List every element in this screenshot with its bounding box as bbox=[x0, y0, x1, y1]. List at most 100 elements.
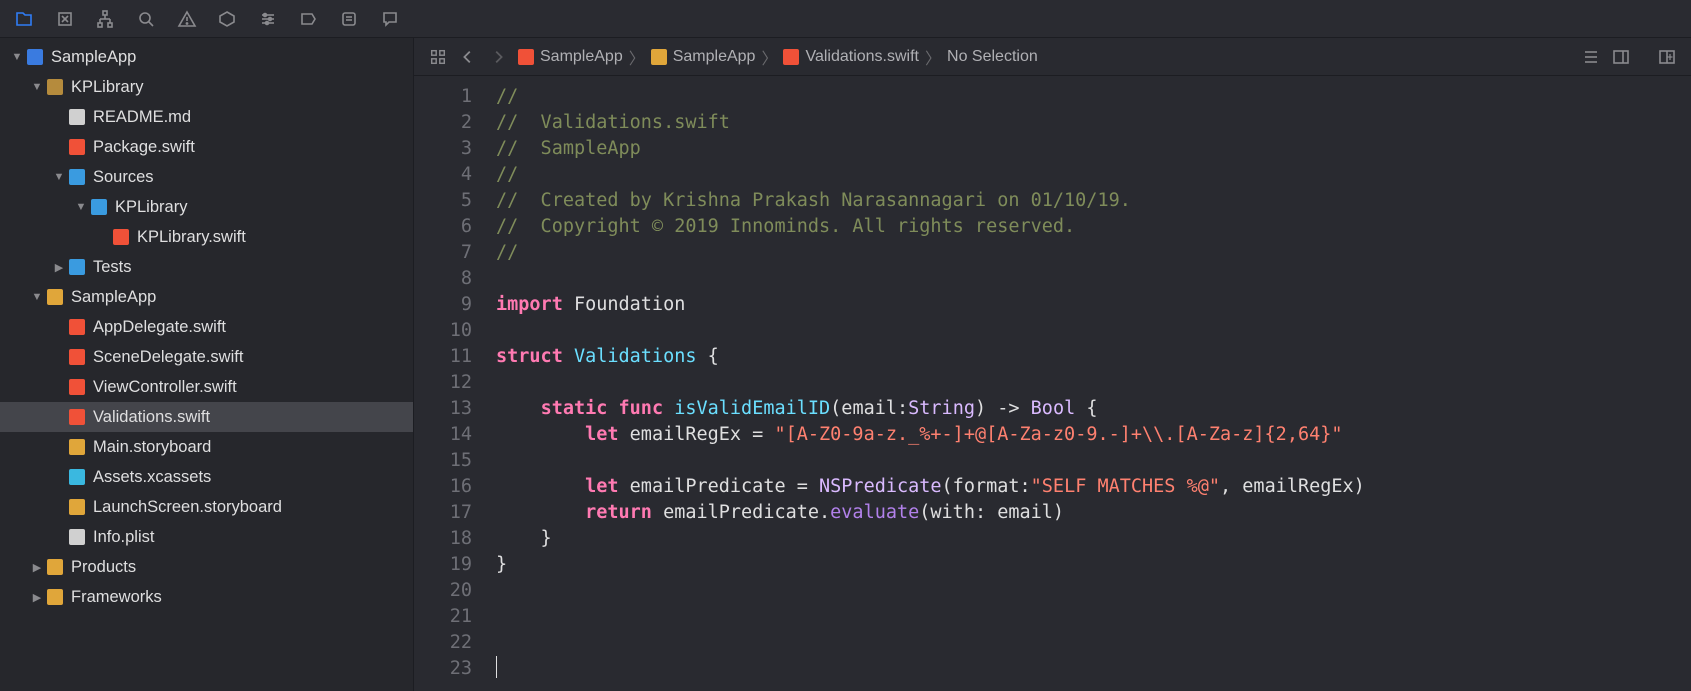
breakpoints-navigator-icon[interactable] bbox=[288, 0, 329, 38]
disclosure-triangle-icon[interactable]: ▶ bbox=[30, 561, 44, 574]
tree-row[interactable]: Assets.xcassets bbox=[0, 462, 413, 492]
code-line[interactable]: } bbox=[496, 526, 1691, 552]
code-line[interactable]: static func isValidEmailID(email:String)… bbox=[496, 396, 1691, 422]
search-navigator-icon[interactable] bbox=[126, 0, 167, 38]
line-number: 22 bbox=[414, 630, 472, 656]
code-line[interactable]: // bbox=[496, 240, 1691, 266]
line-number: 19 bbox=[414, 552, 472, 578]
disclosure-triangle-icon[interactable]: ▼ bbox=[10, 51, 24, 63]
storyboard-file-icon bbox=[69, 499, 85, 515]
code-line[interactable]: let emailRegEx = "[A-Z0-9a-z._%+-]+@[A-Z… bbox=[496, 422, 1691, 448]
code-line[interactable]: return emailPredicate.evaluate(with: ema… bbox=[496, 500, 1691, 526]
text-cursor bbox=[496, 656, 497, 678]
disclosure-triangle-icon[interactable]: ▶ bbox=[30, 591, 44, 604]
folder-icon bbox=[69, 259, 85, 275]
code-line[interactable]: // SampleApp bbox=[496, 136, 1691, 162]
debug-navigator-icon[interactable] bbox=[248, 0, 289, 38]
line-number: 17 bbox=[414, 500, 472, 526]
reports-navigator-icon[interactable] bbox=[329, 0, 370, 38]
code-line[interactable] bbox=[496, 630, 1691, 656]
code-line[interactable]: // Copyright © 2019 Innominds. All right… bbox=[496, 214, 1691, 240]
source-editor[interactable]: 1234567891011121314151617181920212223 //… bbox=[414, 76, 1691, 691]
code-line[interactable]: // Created by Krishna Prakash Narasannag… bbox=[496, 188, 1691, 214]
tree-row[interactable]: ▼ Sources bbox=[0, 162, 413, 192]
swift-file-icon bbox=[69, 409, 85, 425]
breadcrumb-item[interactable]: SampleApp bbox=[647, 48, 760, 66]
swift-file-icon bbox=[69, 319, 85, 335]
breadcrumb-item[interactable]: SampleApp bbox=[514, 48, 627, 66]
line-gutter: 1234567891011121314151617181920212223 bbox=[414, 76, 486, 691]
line-number: 6 bbox=[414, 214, 472, 240]
code-line[interactable]: } bbox=[496, 552, 1691, 578]
line-number: 3 bbox=[414, 136, 472, 162]
tree-row[interactable]: KPLibrary.swift bbox=[0, 222, 413, 252]
tree-item-label: Products bbox=[71, 558, 136, 577]
tests-navigator-icon[interactable] bbox=[207, 0, 248, 38]
tree-item-label: Package.swift bbox=[93, 138, 195, 157]
code-line[interactable]: // Validations.swift bbox=[496, 110, 1691, 136]
editor-lines-icon[interactable] bbox=[1577, 43, 1605, 71]
disclosure-triangle-icon[interactable]: ▼ bbox=[74, 201, 88, 213]
tree-row[interactable]: ▶ Products bbox=[0, 552, 413, 582]
breadcrumb-item[interactable]: Validations.swift bbox=[779, 48, 923, 66]
related-items-icon[interactable] bbox=[424, 43, 452, 71]
markdown-file-icon bbox=[69, 109, 85, 125]
main-split: ▼SampleApp▼KPLibraryREADME.mdPackage.swi… bbox=[0, 38, 1691, 691]
tree-row[interactable]: ▶ Tests bbox=[0, 252, 413, 282]
code-line[interactable]: // bbox=[496, 84, 1691, 110]
line-number: 8 bbox=[414, 266, 472, 292]
breadcrumb-item[interactable]: No Selection bbox=[943, 48, 1042, 66]
adjust-editor-icon[interactable] bbox=[1607, 43, 1635, 71]
disclosure-triangle-icon[interactable]: ▼ bbox=[52, 171, 66, 183]
code-line[interactable] bbox=[496, 370, 1691, 396]
code-line[interactable]: // bbox=[496, 162, 1691, 188]
tree-row[interactable]: ▼SampleApp bbox=[0, 282, 413, 312]
tree-row[interactable]: Validations.swift bbox=[0, 402, 413, 432]
tree-row[interactable]: LaunchScreen.storyboard bbox=[0, 492, 413, 522]
code-line[interactable]: import Foundation bbox=[496, 292, 1691, 318]
tree-row[interactable]: SceneDelegate.swift bbox=[0, 342, 413, 372]
tree-item-label: Tests bbox=[93, 258, 132, 277]
package-icon bbox=[47, 79, 63, 95]
symbols-navigator-icon[interactable] bbox=[45, 0, 86, 38]
tree-row[interactable]: ▶Frameworks bbox=[0, 582, 413, 612]
tree-row[interactable]: Main.storyboard bbox=[0, 432, 413, 462]
folder-icon bbox=[47, 559, 63, 575]
chat-navigator-icon[interactable] bbox=[369, 0, 410, 38]
swift-file-icon bbox=[518, 49, 534, 65]
code-line[interactable]: struct Validations { bbox=[496, 344, 1691, 370]
tree-row[interactable]: ▼KPLibrary bbox=[0, 192, 413, 222]
nav-forward-icon[interactable] bbox=[484, 43, 512, 71]
disclosure-triangle-icon[interactable]: ▼ bbox=[30, 81, 44, 93]
tree-row[interactable]: ▼KPLibrary bbox=[0, 72, 413, 102]
code-line[interactable] bbox=[496, 318, 1691, 344]
tree-row[interactable]: README.md bbox=[0, 102, 413, 132]
tree-row[interactable]: ▼SampleApp bbox=[0, 42, 413, 72]
code-line[interactable]: let emailPredicate = NSPredicate(format:… bbox=[496, 474, 1691, 500]
issues-navigator-icon[interactable] bbox=[166, 0, 207, 38]
line-number: 20 bbox=[414, 578, 472, 604]
code-content[interactable]: //// Validations.swift// SampleApp//// C… bbox=[486, 76, 1691, 691]
disclosure-triangle-icon[interactable]: ▼ bbox=[30, 291, 44, 303]
tree-item-label: ViewController.swift bbox=[93, 378, 237, 397]
code-line[interactable] bbox=[496, 656, 1691, 682]
tree-row[interactable]: AppDelegate.swift bbox=[0, 312, 413, 342]
project-navigator[interactable]: ▼SampleApp▼KPLibraryREADME.mdPackage.swi… bbox=[0, 38, 414, 691]
hierarchy-navigator-icon[interactable] bbox=[85, 0, 126, 38]
tree-row[interactable]: Info.plist bbox=[0, 522, 413, 552]
disclosure-triangle-icon[interactable]: ▶ bbox=[52, 261, 66, 274]
nav-back-icon[interactable] bbox=[454, 43, 482, 71]
breadcrumb-label: SampleApp bbox=[540, 48, 623, 66]
code-line[interactable] bbox=[496, 266, 1691, 292]
files-navigator-icon[interactable] bbox=[4, 0, 45, 38]
code-line[interactable] bbox=[496, 604, 1691, 630]
assets-file-icon bbox=[69, 469, 85, 485]
code-line[interactable] bbox=[496, 448, 1691, 474]
breadcrumb-label: No Selection bbox=[947, 48, 1038, 66]
tree-item-label: Sources bbox=[93, 168, 154, 187]
tree-row[interactable]: ViewController.swift bbox=[0, 372, 413, 402]
code-line[interactable] bbox=[496, 578, 1691, 604]
line-number: 5 bbox=[414, 188, 472, 214]
add-editor-icon[interactable] bbox=[1653, 43, 1681, 71]
tree-row[interactable]: Package.swift bbox=[0, 132, 413, 162]
